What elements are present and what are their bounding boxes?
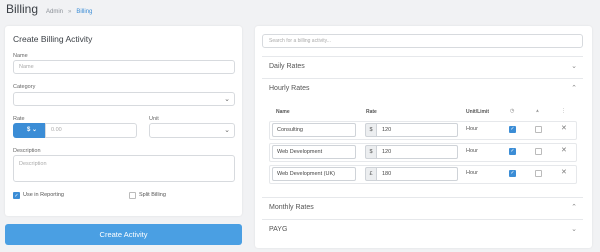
breadcrumb: Admin » Billing — [46, 9, 92, 15]
chevron-down-icon: ⌄ — [571, 226, 577, 233]
rate-label: Rate — [13, 116, 25, 122]
row-flag1-checkbox[interactable]: ✓ — [509, 126, 516, 133]
split-billing-label: Split Billing — [139, 192, 166, 198]
description-label: Description — [13, 148, 41, 154]
category-label: Category — [13, 84, 36, 90]
row-name-input[interactable]: Consulting — [272, 123, 356, 137]
delete-icon[interactable]: ✕ — [561, 124, 567, 132]
currency-symbol: $ — [26, 127, 31, 133]
chevron-down-icon: ⌄ — [224, 127, 230, 134]
row-flag2-checkbox[interactable] — [535, 126, 542, 133]
section-payg[interactable]: PAYG ⌄ — [262, 219, 583, 241]
rate-input[interactable]: 0.00 — [45, 123, 137, 138]
form-title: Create Billing Activity — [13, 34, 93, 44]
section-title: Monthly Rates — [269, 204, 314, 211]
section-hourly-rates[interactable]: Hourly Rates ⌃ — [262, 78, 583, 100]
section-title: Hourly Rates — [269, 85, 310, 92]
search-input[interactable]: Search for a billing activity... — [262, 34, 583, 48]
delete-icon[interactable]: ✕ — [561, 146, 567, 154]
chevron-up-icon: ⌃ — [571, 85, 577, 92]
breadcrumb-billing[interactable]: Billing — [76, 9, 92, 15]
breadcrumb-separator-icon: » — [68, 9, 72, 15]
use-in-reporting-checkbox[interactable]: ✓ — [13, 192, 20, 199]
section-title: PAYG — [269, 226, 288, 233]
page-header: Billing Admin » Billing — [6, 2, 92, 18]
row-name-input[interactable]: Web Development — [272, 145, 356, 159]
rate-row-consulting: Consulting $ 120 Hour ✓ ✕ — [269, 121, 577, 140]
row-rate-input[interactable]: 120 — [376, 145, 458, 159]
section-monthly-rates[interactable]: Monthly Rates ⌃ — [262, 197, 583, 219]
row-flag1-checkbox[interactable]: ✓ — [509, 148, 516, 155]
delete-icon[interactable]: ✕ — [561, 168, 567, 176]
page-title: Billing — [6, 2, 39, 16]
row-unit: Hour — [466, 170, 478, 176]
split-billing-checkbox[interactable] — [129, 192, 136, 199]
rate-row-web-development-uk: Web Development (UK) £ 180 Hour ✓ ✕ — [269, 165, 577, 184]
clock-icon: ◷ — [510, 108, 515, 114]
breadcrumb-admin[interactable]: Admin — [46, 9, 63, 15]
category-select[interactable]: ⌄ — [13, 92, 235, 106]
row-rate-input[interactable]: 120 — [376, 123, 458, 137]
chevron-down-icon: ⌄ — [224, 96, 230, 103]
column-rate: Rate — [366, 109, 377, 115]
rate-row-web-development: Web Development $ 120 Hour ✓ ✕ — [269, 143, 577, 162]
create-billing-card: Create Billing Activity Name Name Catego… — [5, 26, 242, 216]
name-label: Name — [13, 53, 28, 59]
rates-card: Search for a billing activity... Daily R… — [255, 26, 592, 248]
use-in-reporting-label: Use in Reporting — [23, 192, 64, 198]
name-input[interactable]: Name — [13, 60, 235, 74]
chevron-down-icon: ⌄ — [31, 127, 38, 133]
row-rate-input[interactable]: 180 — [376, 167, 458, 181]
section-title: Daily Rates — [269, 63, 305, 70]
column-name: Name — [276, 109, 290, 115]
description-textarea[interactable]: Description — [13, 155, 235, 182]
chevron-down-icon: ⌄ — [571, 63, 577, 70]
create-activity-button[interactable]: Create Activity — [5, 224, 242, 245]
row-unit: Hour — [466, 148, 478, 154]
actions-icon: ⋮ — [561, 108, 566, 114]
unit-select[interactable]: ⌄ — [149, 123, 235, 138]
row-unit: Hour — [466, 126, 478, 132]
row-flag1-checkbox[interactable]: ✓ — [509, 170, 516, 177]
split-icon: ⩓ — [536, 108, 539, 114]
row-flag2-checkbox[interactable] — [535, 148, 542, 155]
chevron-up-icon: ⌃ — [571, 204, 577, 211]
row-name-input[interactable]: Web Development (UK) — [272, 167, 356, 181]
unit-label: Unit — [149, 116, 159, 122]
column-unit: Unit/Limit — [466, 109, 490, 115]
section-daily-rates[interactable]: Daily Rates ⌄ — [262, 56, 583, 78]
row-flag2-checkbox[interactable] — [535, 170, 542, 177]
